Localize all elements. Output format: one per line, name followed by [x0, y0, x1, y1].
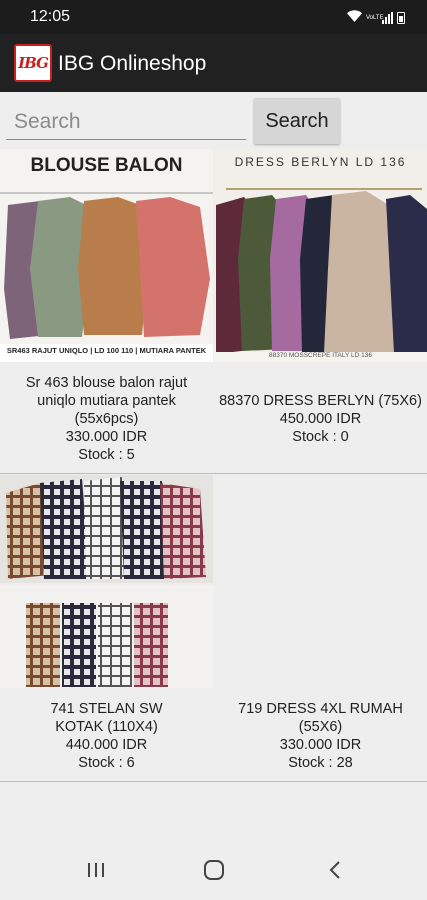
product-price: 330.000 IDR — [65, 429, 148, 445]
product-card[interactable]: 741 STELAN SW KOTAK (110X4) 440.000 IDR … — [0, 700, 213, 772]
recent-apps-icon[interactable] — [66, 840, 126, 900]
product-name: 719 DRESS 4XL RUMAH (55X6) — [238, 701, 403, 735]
row-divider — [0, 781, 427, 782]
product-stock: Stock : 0 — [292, 429, 349, 445]
wifi-icon — [347, 9, 362, 27]
app-title: IBG Onlineshop — [58, 52, 207, 75]
status-bar: 12:05 VoLTE — [0, 0, 427, 34]
product-name: Sr 463 blouse balon rajut uniqlo mutiara… — [25, 375, 188, 427]
network-label: VoLTE — [366, 15, 384, 21]
product-stock: Stock : 5 — [78, 447, 135, 463]
product-name: 88370 DRESS BERLYN (75X6) — [219, 393, 422, 409]
product-price: 330.000 IDR — [279, 737, 362, 753]
product-stock: Stock : 6 — [78, 755, 135, 771]
product-price: 440.000 IDR — [65, 737, 148, 753]
status-icons: VoLTE — [347, 9, 405, 27]
system-nav-bar — [0, 840, 427, 900]
product-card[interactable]: 88370 DRESS BERLYN (75X6) 450.000 IDR St… — [214, 392, 427, 446]
product-image-blouse-balon[interactable]: BLOUSE BALON SR463 RAJUT UNIQLO | LD 100… — [0, 149, 213, 362]
search-input[interactable] — [6, 104, 246, 140]
image-caption: BLOUSE BALON — [30, 155, 183, 176]
signal-icon — [382, 12, 393, 24]
product-card[interactable]: 719 DRESS 4XL RUMAH (55X6) 330.000 IDR S… — [214, 700, 427, 772]
image-footer: 88370 MOSSCREPE ITALY LD 136 — [269, 352, 372, 359]
product-stock: Stock : 28 — [288, 755, 353, 771]
back-icon[interactable] — [305, 840, 365, 900]
product-card[interactable]: Sr 463 blouse balon rajut uniqlo mutiara… — [0, 374, 213, 464]
product-image-stelan-sw-kotak[interactable] — [0, 475, 213, 688]
home-icon[interactable] — [184, 840, 244, 900]
product-price: 450.000 IDR — [279, 411, 362, 427]
product-name: 741 STELAN SW KOTAK (110X4) — [50, 701, 163, 735]
row-divider — [0, 473, 427, 474]
search-button[interactable]: Search — [254, 98, 340, 144]
product-image-dress-berlyn[interactable]: DRESS BERLYN LD 136 88370 MOSSCREPE ITAL… — [214, 149, 427, 362]
image-footer: SR463 RAJUT UNIQLO | LD 100 110 | MUTIAR… — [6, 346, 207, 355]
status-time: 12:05 — [30, 8, 71, 25]
battery-icon — [397, 12, 405, 24]
app-logo: IBG — [14, 44, 52, 82]
image-caption: DRESS BERLYN LD 136 — [234, 155, 407, 169]
